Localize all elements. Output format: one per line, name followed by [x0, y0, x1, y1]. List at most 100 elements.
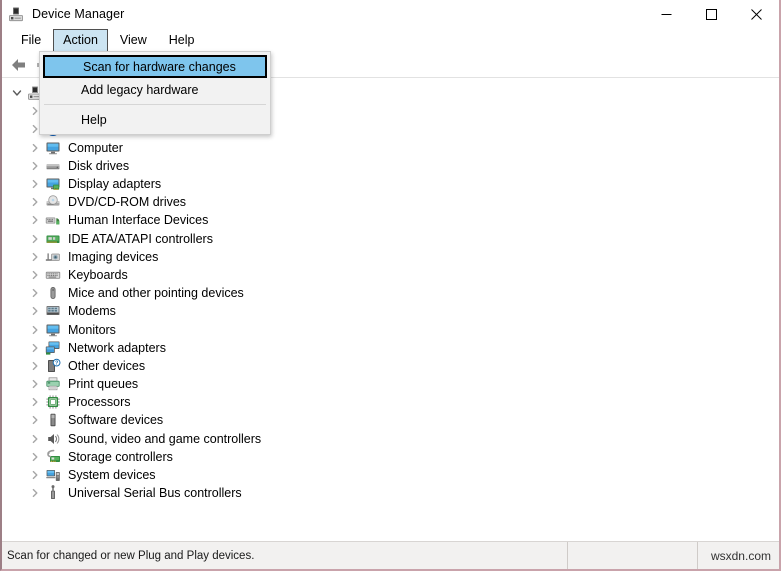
chevron-right-icon[interactable]: [28, 232, 42, 246]
storage-controller-icon: [45, 449, 61, 465]
chevron-right-icon[interactable]: [28, 304, 42, 318]
status-message: Scan for changed or new Plug and Play de…: [7, 549, 255, 562]
tree-item-label: DVD/CD-ROM drives: [68, 195, 187, 210]
chevron-right-icon[interactable]: [28, 486, 42, 500]
tree-item-label: Human Interface Devices: [68, 213, 209, 228]
chevron-right-icon[interactable]: [28, 159, 42, 173]
device-manager-window: Device Manager File Action View Help Com…: [0, 0, 781, 571]
tree-row[interactable]: Computer: [2, 139, 779, 157]
monitor-icon: [45, 140, 61, 156]
tree-item-label: Mice and other pointing devices: [68, 286, 244, 301]
tree-item-label: IDE ATA/ATAPI controllers: [68, 231, 213, 246]
chevron-right-icon[interactable]: [28, 413, 42, 427]
chevron-right-icon[interactable]: [28, 450, 42, 464]
tree-row[interactable]: DVD/CD-ROM drives: [2, 193, 779, 211]
chevron-right-icon[interactable]: [28, 177, 42, 191]
action-dropdown-menu: Scan for hardware changes Add legacy har…: [39, 51, 271, 135]
chevron-right-icon[interactable]: [28, 432, 42, 446]
tree-row[interactable]: Print queues: [2, 375, 779, 393]
tree-item-label: Computer: [68, 140, 123, 155]
back-arrow-icon[interactable]: [8, 54, 30, 76]
tree-row[interactable]: Network adapters: [2, 339, 779, 357]
tree-item-label: System devices: [68, 468, 156, 483]
close-button[interactable]: [734, 0, 779, 28]
usb-icon: [45, 485, 61, 501]
tree-row[interactable]: Universal Serial Bus controllers: [2, 484, 779, 502]
chevron-right-icon[interactable]: [28, 341, 42, 355]
tree-item-label: Sound, video and game controllers: [68, 431, 262, 446]
tree-row[interactable]: System devices: [2, 466, 779, 484]
chevron-right-icon[interactable]: [28, 395, 42, 409]
chevron-right-icon[interactable]: [28, 213, 42, 227]
title-bar: Device Manager: [2, 0, 779, 28]
menu-item-scan-for-hardware-changes[interactable]: Scan for hardware changes: [43, 55, 267, 78]
chevron-right-icon[interactable]: [28, 468, 42, 482]
menu-separator: [44, 104, 266, 105]
device-tree-panel: BatteriesBluetoothComputerDisk drivesDis…: [2, 78, 779, 539]
processor-icon: [45, 394, 61, 410]
monitor-icon: [45, 322, 61, 338]
chevron-right-icon[interactable]: [28, 250, 42, 264]
system-device-icon: [45, 467, 61, 483]
window-title: Device Manager: [32, 7, 125, 21]
tree-item-label: Storage controllers: [68, 449, 173, 464]
tree-row[interactable]: Software devices: [2, 411, 779, 429]
disk-drive-icon: [45, 158, 61, 174]
tree-item-label: Network adapters: [68, 340, 166, 355]
tree-item-label: Keyboards: [68, 267, 128, 282]
chevron-right-icon[interactable]: [28, 323, 42, 337]
device-manager-icon: [8, 6, 24, 22]
chevron-right-icon[interactable]: [28, 359, 42, 373]
software-device-icon: [45, 412, 61, 428]
keyboard-icon: [45, 267, 61, 283]
chevron-right-icon[interactable]: [28, 141, 42, 155]
hid-icon: [45, 212, 61, 228]
tree-row[interactable]: Keyboards: [2, 266, 779, 284]
maximize-button[interactable]: [689, 0, 734, 28]
menu-item-add-legacy-hardware[interactable]: Add legacy hardware: [43, 79, 267, 100]
display-adapter-icon: [45, 176, 61, 192]
menu-help[interactable]: Help: [159, 29, 205, 52]
mouse-icon: [45, 285, 61, 301]
ide-controller-icon: [45, 231, 61, 247]
chevron-down-icon[interactable]: [10, 86, 24, 100]
tree-row[interactable]: Monitors: [2, 320, 779, 338]
status-middle-panel: [567, 541, 697, 569]
camera-icon: [45, 249, 61, 265]
tree-row[interactable]: Display adapters: [2, 175, 779, 193]
menu-file[interactable]: File: [11, 29, 51, 52]
tree-row[interactable]: Processors: [2, 393, 779, 411]
unknown-device-icon: ?: [45, 358, 61, 374]
tree-item-label: Other devices: [68, 358, 146, 373]
minimize-button[interactable]: [644, 0, 689, 28]
tree-item-label: Processors: [68, 395, 131, 410]
tree-row[interactable]: Mice and other pointing devices: [2, 284, 779, 302]
menu-bar: File Action View Help: [2, 28, 779, 52]
tree-row[interactable]: Imaging devices: [2, 248, 779, 266]
tree-item-label: Display adapters: [68, 177, 162, 192]
tree-row[interactable]: Modems: [2, 302, 779, 320]
tree-item-label: Imaging devices: [68, 249, 159, 264]
menu-item-help[interactable]: Help: [43, 109, 267, 130]
status-bar: Scan for changed or new Plug and Play de…: [2, 541, 779, 569]
chevron-right-icon[interactable]: [28, 286, 42, 300]
chevron-right-icon[interactable]: [28, 195, 42, 209]
tree-row[interactable]: IDE ATA/ATAPI controllers: [2, 230, 779, 248]
tree-row[interactable]: Disk drives: [2, 157, 779, 175]
tree-row[interactable]: Storage controllers: [2, 448, 779, 466]
chevron-right-icon[interactable]: [28, 377, 42, 391]
tree-item-label: Print queues: [68, 377, 139, 392]
device-tree: BatteriesBluetoothComputerDisk drivesDis…: [2, 78, 779, 502]
modem-icon: [45, 303, 61, 319]
tree-row[interactable]: Human Interface Devices: [2, 211, 779, 229]
tree-row[interactable]: Sound, video and game controllers: [2, 430, 779, 448]
tree-row[interactable]: ? Other devices: [2, 357, 779, 375]
menu-action[interactable]: Action: [53, 28, 108, 52]
window-controls: [644, 0, 779, 28]
chevron-right-icon[interactable]: [28, 268, 42, 282]
printer-icon: [45, 376, 61, 392]
svg-text:?: ?: [55, 360, 58, 366]
menu-view[interactable]: View: [110, 29, 157, 52]
tree-item-label: Disk drives: [68, 158, 130, 173]
network-adapter-icon: [45, 340, 61, 356]
